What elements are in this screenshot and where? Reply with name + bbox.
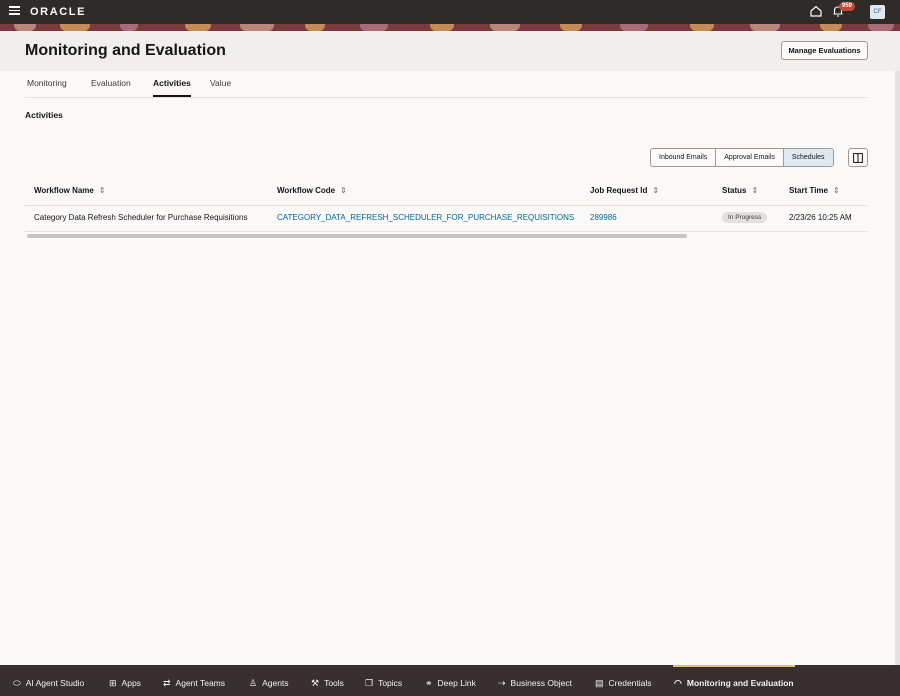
tab-bar: Monitoring Evaluation Activities Value: [25, 71, 867, 98]
business-object-icon: ⇢: [498, 677, 506, 688]
dock-item-tools[interactable]: ⚒ Tools: [311, 678, 344, 688]
sort-icon: ⇕: [652, 186, 660, 195]
page-title: Monitoring and Evaluation: [25, 42, 226, 59]
home-icon[interactable]: [809, 4, 823, 18]
column-header-job-request-id[interactable]: Job Request Id ⇕: [590, 186, 659, 195]
sort-icon: ⇕: [832, 186, 840, 195]
decorative-banner: [0, 24, 900, 31]
column-chooser-button[interactable]: [848, 148, 868, 167]
dock-item-topics[interactable]: ❐ Topics: [365, 678, 402, 688]
main-content: Monitoring Evaluation Activities Value A…: [0, 71, 895, 665]
agent-teams-icon: ⇄: [163, 677, 171, 688]
agents-icon: ♙: [249, 677, 258, 688]
active-dock-indicator: [673, 665, 795, 667]
credentials-icon: ▤: [595, 677, 604, 688]
segment-approval-emails[interactable]: Approval Emails: [716, 149, 784, 166]
cell-start-time: 2/23/26 10:25 AM: [789, 213, 852, 222]
status-badge: In Progress: [722, 212, 768, 223]
vertical-scrollbar[interactable]: [895, 71, 900, 665]
column-header-workflow-name[interactable]: Workflow Name ⇕: [34, 186, 106, 195]
monitoring-icon: ◠: [674, 677, 682, 688]
segment-schedules[interactable]: Schedules: [783, 149, 833, 166]
tools-icon: ⚒: [311, 677, 320, 688]
cell-job-request-id-link[interactable]: 289986: [590, 213, 617, 222]
column-header-workflow-code[interactable]: Workflow Code ⇕: [277, 186, 347, 195]
cell-workflow-name: Category Data Refresh Scheduler for Purc…: [34, 213, 248, 222]
table-row[interactable]: Category Data Refresh Scheduler for Purc…: [25, 206, 867, 232]
studio-icon: ⬭: [13, 677, 21, 688]
link-icon: ⚭: [425, 677, 433, 688]
dock-item-monitoring-and-evaluation[interactable]: ◠ Monitoring and Evaluation: [674, 678, 794, 688]
sort-icon: ⇕: [751, 186, 759, 195]
cell-workflow-code-link[interactable]: CATEGORY_DATA_REFRESH_SCHEDULER_FOR_PURC…: [277, 213, 574, 222]
dock-item-ai-agent-studio[interactable]: ⬭ AI Agent Studio: [13, 678, 84, 688]
top-bar: ORACLE 959 CF: [0, 0, 900, 24]
avatar[interactable]: CF: [870, 5, 885, 19]
page-header: Monitoring and Evaluation Manage Evaluat…: [0, 31, 900, 71]
columns-icon: [853, 152, 863, 163]
tab-evaluation[interactable]: Evaluation: [91, 78, 131, 88]
notifications-badge: 959: [839, 2, 856, 11]
column-header-status[interactable]: Status ⇕: [722, 186, 758, 195]
column-header-start-time[interactable]: Start Time ⇕: [789, 186, 840, 195]
tab-activities[interactable]: Activities: [153, 78, 191, 88]
table-header: Workflow Name ⇕ Workflow Code ⇕ Job Reques…: [25, 180, 867, 206]
email-type-segmented-control: Inbound Emails Approval Emails Schedules: [650, 148, 834, 167]
oracle-logo: ORACLE: [30, 6, 87, 18]
topics-icon: ❐: [365, 677, 374, 688]
horizontal-scrollbar[interactable]: [27, 234, 687, 238]
manage-evaluations-button[interactable]: Manage Evaluations: [781, 41, 868, 60]
sort-icon: ⇕: [98, 186, 106, 195]
apps-icon: ⊞: [109, 677, 117, 688]
dock-item-agent-teams[interactable]: ⇄ Agent Teams: [163, 678, 225, 688]
tab-monitoring[interactable]: Monitoring: [27, 78, 67, 88]
hamburger-menu-icon[interactable]: [9, 6, 20, 15]
dock-item-credentials[interactable]: ▤ Credentials: [595, 678, 652, 688]
sort-icon: ⇕: [340, 186, 347, 195]
dock-item-deep-link[interactable]: ⚭ Deep Link: [425, 678, 476, 688]
segment-inbound-emails[interactable]: Inbound Emails: [651, 149, 717, 166]
dock-item-apps[interactable]: ⊞ Apps: [109, 678, 141, 688]
dock-item-agents[interactable]: ♙ Agents: [249, 678, 289, 688]
section-title: Activities: [25, 110, 63, 120]
active-tab-indicator: [153, 95, 191, 97]
bottom-dock: ⬭ AI Agent Studio ⊞ Apps ⇄ Agent Teams ♙ Age…: [0, 665, 900, 696]
tab-value[interactable]: Value: [210, 78, 231, 88]
dock-item-business-object[interactable]: ⇢ Business Object: [498, 678, 572, 688]
